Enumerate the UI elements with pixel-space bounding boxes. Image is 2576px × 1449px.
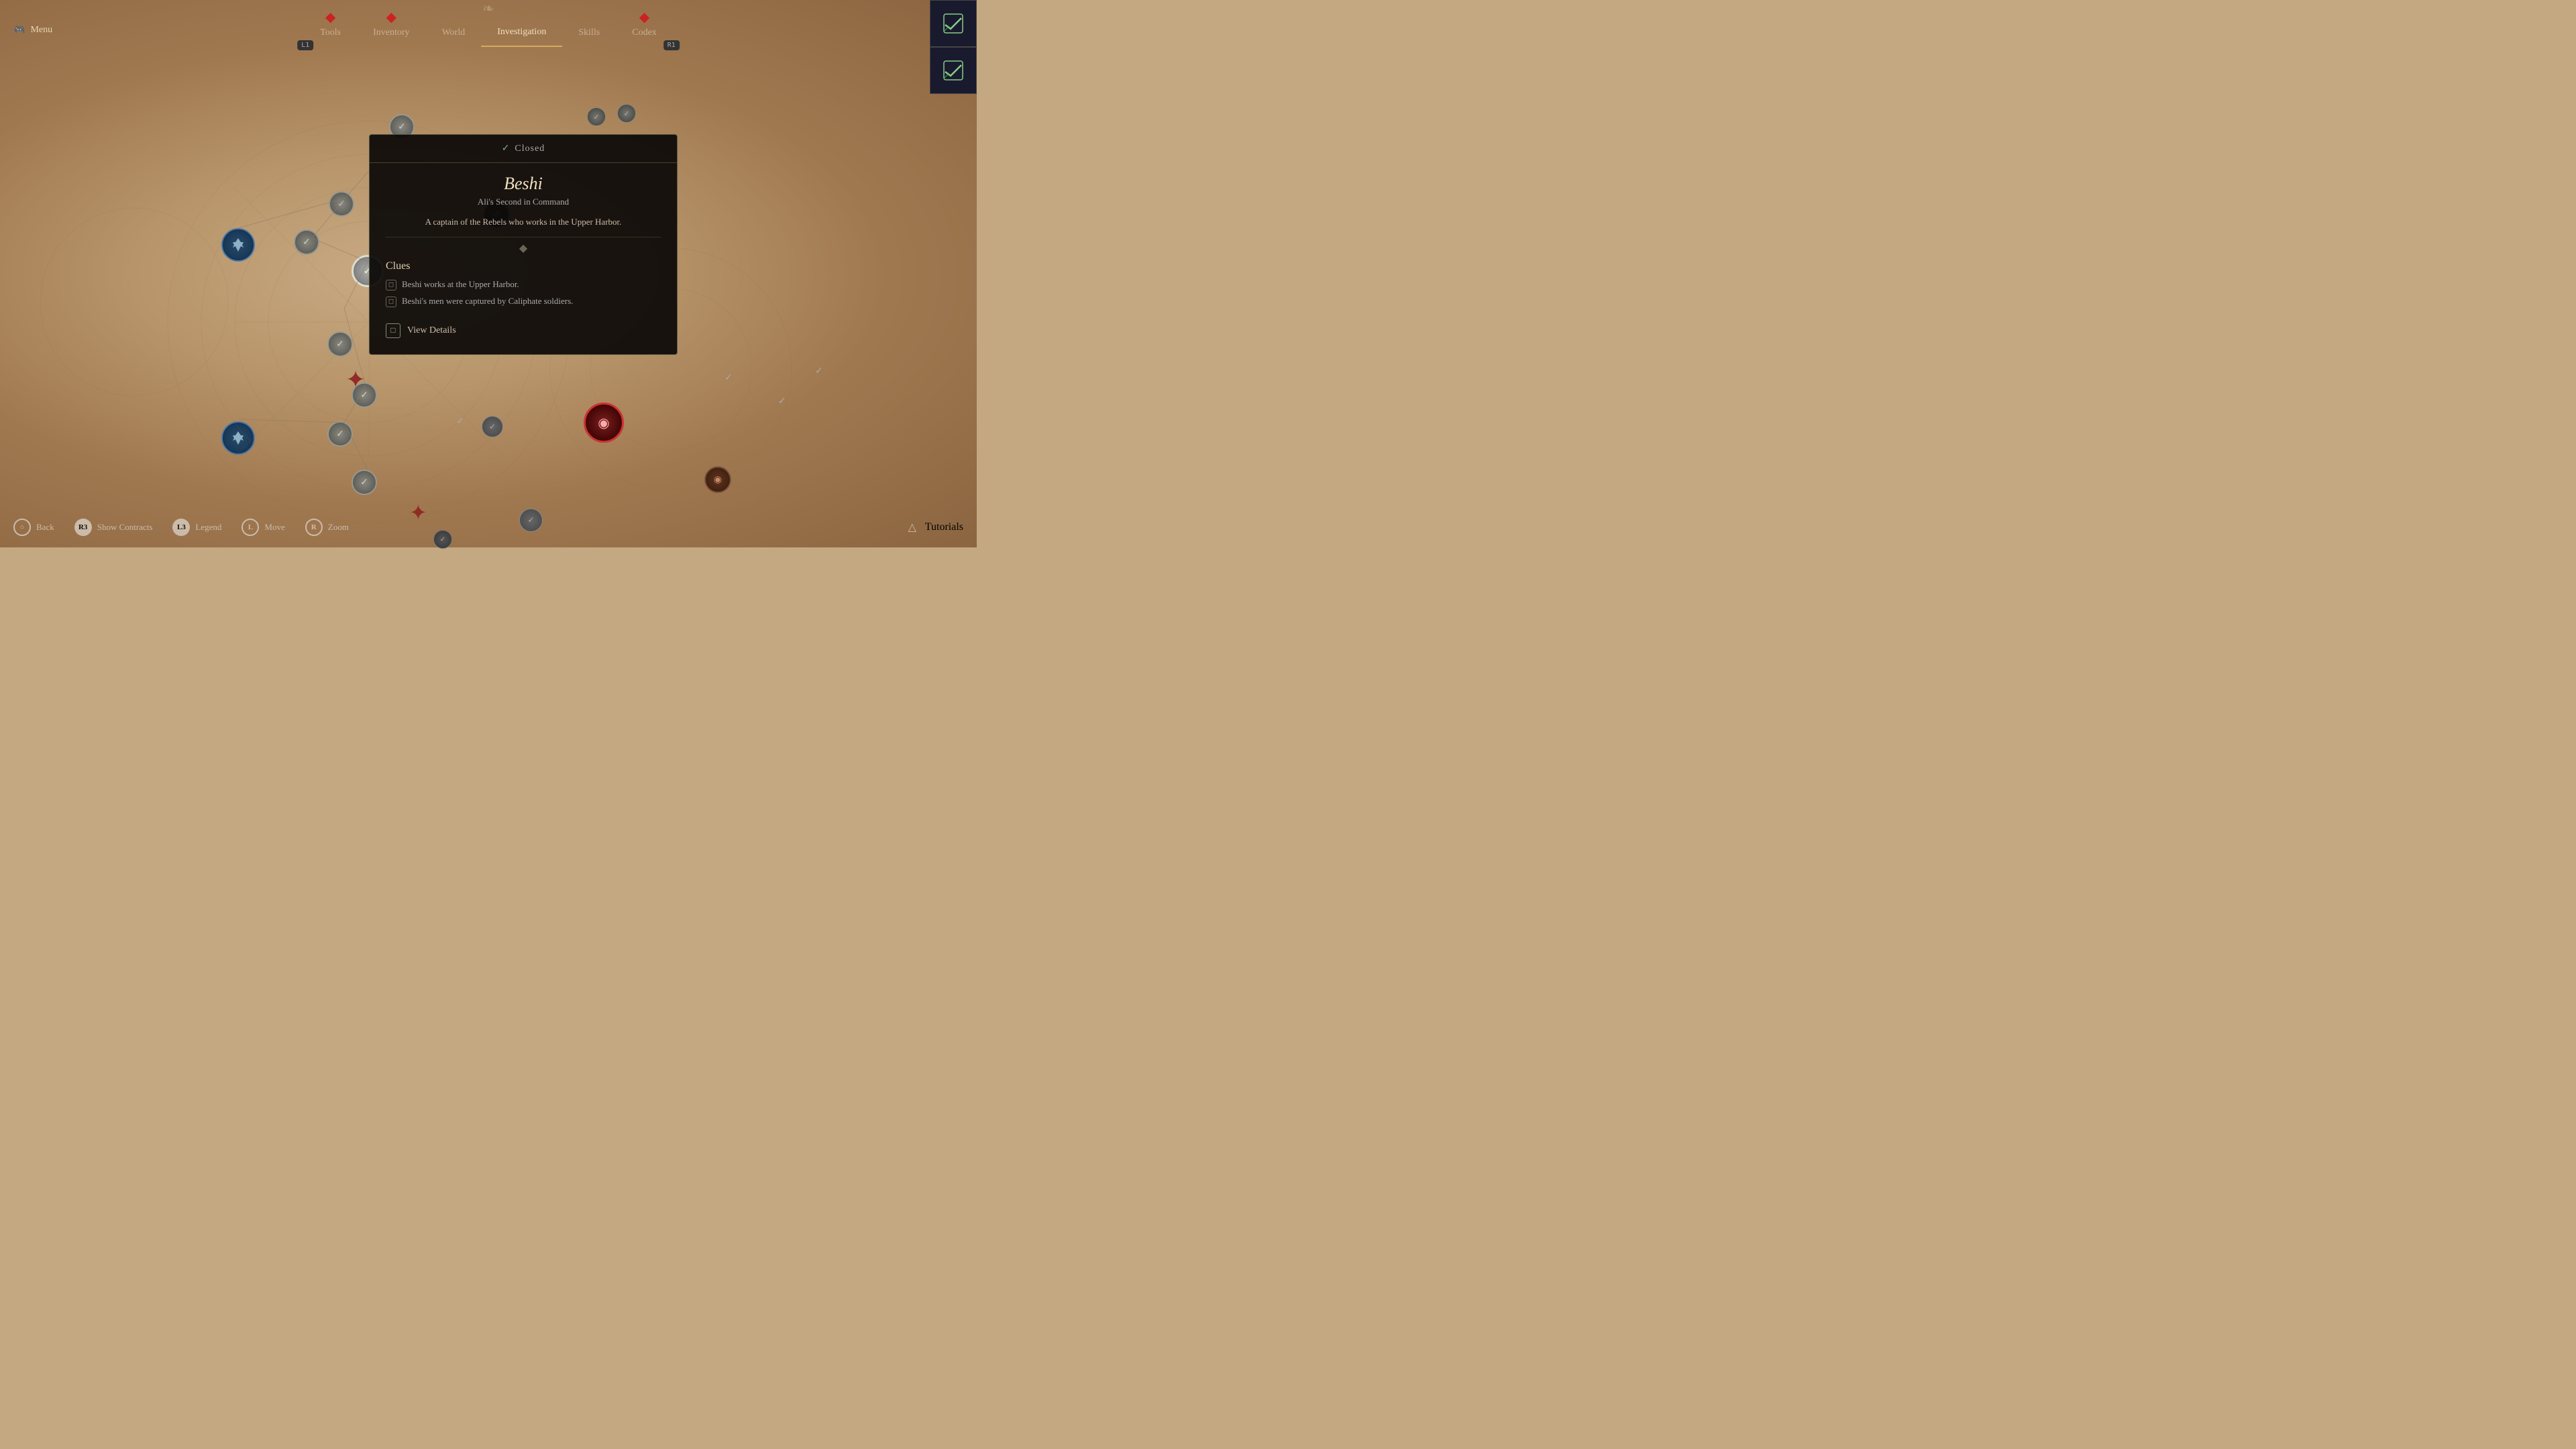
divider: ◆ (386, 241, 661, 255)
map-node-7[interactable]: ✓ (352, 470, 377, 495)
zoom-label: Zoom (328, 522, 349, 533)
view-details-label: View Details (407, 325, 456, 336)
blood-marker-1: ✦ (345, 366, 366, 394)
world-icon (445, 9, 462, 25)
panel-header: ✓ Closed (370, 135, 677, 163)
tab-skills[interactable]: Skills (562, 1, 616, 46)
clue-item-2: ◻ Beshi's men were captured by Caliphate… (386, 296, 661, 307)
tab-inventory[interactable]: ◆ Inventory (357, 1, 425, 46)
clue-2-icon: ◻ (386, 297, 396, 307)
quick-button-1[interactable] (930, 0, 977, 47)
clue-1-icon: ◻ (386, 280, 396, 290)
navigation-bar: 🎮 Menu ❧ L1 ◆ Tools ◆ Inventory World In… (0, 0, 977, 60)
show-contracts-action[interactable]: R3 Show Contracts (74, 519, 153, 536)
show-contracts-button-icon: R3 (74, 519, 92, 536)
view-details-icon: □ (386, 323, 400, 338)
tutorials-label: Tutorials (925, 521, 963, 533)
legend-action[interactable]: L3 Legend (172, 519, 221, 536)
move-label: Move (264, 522, 284, 533)
clues-section: Clues ◻ Beshi works at the Upper Harbor.… (386, 260, 661, 307)
info-panel: ✓ Closed Beshi Ali's Second in Command A… (369, 134, 678, 355)
back-action[interactable]: ○ Back (13, 519, 54, 536)
panel-status: Closed (515, 144, 545, 154)
clues-title: Clues (386, 260, 661, 272)
map-small-check-1: ✓ (456, 416, 464, 427)
map-node-4[interactable]: ✓ (327, 331, 353, 357)
map-small-check-2: ✓ (724, 372, 733, 384)
target-description: A captain of the Rebels who works in the… (386, 215, 661, 237)
controller-icon: 🎮 (13, 25, 25, 36)
view-details-button[interactable]: □ View Details (386, 318, 661, 343)
zoom-button-icon: R (305, 519, 323, 536)
panel-body: Beshi Ali's Second in Command A captain … (370, 163, 677, 354)
tab-skills-label: Skills (578, 28, 600, 38)
move-action[interactable]: L Move (241, 519, 284, 536)
map-small-check-4: ✓ (778, 396, 786, 407)
clue-1-text: Beshi works at the Upper Harbor. (402, 279, 519, 290)
nav-tabs: ❧ L1 ◆ Tools ◆ Inventory World Investiga… (304, 0, 673, 47)
tab-investigation[interactable]: Investigation (481, 0, 562, 47)
legend-label: Legend (195, 522, 221, 533)
map-portrait-blood-1[interactable]: ◉ (584, 402, 624, 443)
map-node-assassin-1[interactable] (221, 228, 255, 262)
quick-button-2[interactable] (930, 47, 977, 94)
skills-icon (581, 9, 597, 25)
tab-codex-label: Codex (632, 28, 657, 38)
map-node-small-2[interactable]: ✓ (617, 104, 636, 123)
bottom-bar: ○ Back R3 Show Contracts L3 Legend L Mov… (0, 507, 977, 547)
right-quick-buttons (930, 0, 977, 94)
map-node-3[interactable]: ✓ (294, 229, 319, 255)
legend-button-icon: L3 (172, 519, 190, 536)
tab-inventory-label: Inventory (373, 28, 409, 38)
tab-world-label: World (442, 28, 466, 38)
tutorials-button-icon: △ (905, 520, 920, 535)
move-button-icon: L (241, 519, 259, 536)
codex-diamond-icon: ◆ (637, 9, 653, 25)
tab-world[interactable]: World (426, 1, 482, 46)
map-node-small-1[interactable]: ✓ (587, 107, 606, 126)
tools-diamond-icon: ◆ (323, 9, 339, 25)
back-label: Back (36, 522, 54, 533)
tab-codex[interactable]: ◆ Codex (616, 1, 673, 46)
clue-2-text: Beshi's men were captured by Caliphate s… (402, 296, 573, 307)
map-node-2[interactable]: ✓ (329, 191, 354, 217)
tab-tools-label: Tools (320, 28, 341, 38)
menu-label: Menu (30, 25, 52, 36)
map-small-check-3: ✓ (815, 366, 823, 377)
target-subtitle: Ali's Second in Command (386, 197, 661, 207)
target-name: Beshi (386, 174, 661, 194)
tab-tools[interactable]: ◆ Tools (304, 1, 357, 46)
r1-badge: R1 (663, 40, 680, 50)
clue-item-1: ◻ Beshi works at the Upper Harbor. (386, 279, 661, 290)
menu-button[interactable]: 🎮 Menu (13, 25, 52, 36)
back-button-icon: ○ (13, 519, 31, 536)
map-node-8[interactable]: ✓ (482, 416, 503, 437)
tutorials-action[interactable]: △ Tutorials (905, 520, 963, 535)
map-node-assassin-2[interactable] (221, 421, 255, 455)
inventory-diamond-icon: ◆ (383, 9, 399, 25)
map-portrait-small-1[interactable]: ◉ (704, 466, 731, 493)
zoom-action[interactable]: R Zoom (305, 519, 349, 536)
show-contracts-label: Show Contracts (97, 522, 153, 533)
closed-checkmark: ✓ (502, 143, 510, 154)
tab-investigation-label: Investigation (497, 27, 546, 38)
map-node-6[interactable]: ✓ (327, 421, 353, 447)
investigation-icon (514, 8, 530, 24)
